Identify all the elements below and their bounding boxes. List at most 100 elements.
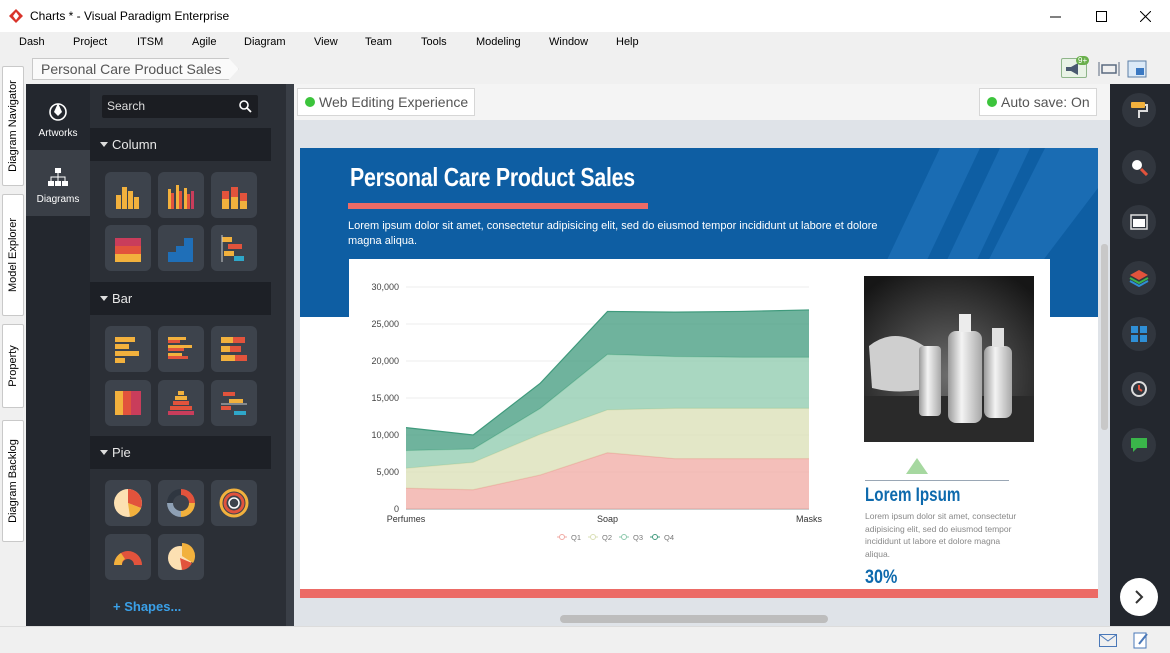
shape-pie-exploded[interactable] (158, 534, 204, 580)
y-tick-label: 15,000 (371, 393, 399, 403)
shape-bar-pyramid[interactable] (158, 380, 204, 426)
canvas-toolbar: Web Editing Experience Auto save: On (294, 84, 1110, 120)
shape-bar-grouped[interactable] (158, 326, 204, 372)
autosave-toggle[interactable]: Auto save: On (979, 88, 1097, 116)
layers-button[interactable] (1122, 261, 1156, 295)
heat-column-icon (115, 238, 141, 262)
menu-window[interactable]: Window (549, 36, 588, 48)
tab-label: Diagram Backlog (7, 439, 19, 523)
web-editing-toggle[interactable]: Web Editing Experience (297, 88, 476, 116)
y-tick-label: 30,000 (371, 282, 399, 292)
area-chart[interactable]: 0 5,000 10,000 15,000 20,000 25,000 30,000 Perf… (349, 269, 849, 559)
title-underline (348, 203, 648, 209)
menu-diagram[interactable]: Diagram (244, 36, 286, 48)
product-photo (864, 276, 1034, 442)
menu-agile[interactable]: Agile (192, 36, 216, 48)
infographic-lead: Lorem ipsum dolor sit amet, consectetur … (348, 220, 878, 247)
status-dot-icon (987, 97, 997, 107)
group-bar-header[interactable]: Bar (90, 282, 271, 315)
diagram-canvas[interactable]: Web Editing Experience Auto save: On Per… (294, 84, 1110, 626)
shape-bar-stacked[interactable] (211, 326, 257, 372)
expand-panel-button[interactable] (1120, 578, 1158, 616)
history-button[interactable] (1122, 372, 1156, 406)
infographic[interactable]: Personal Care Product Sales Lorem ipsum … (300, 148, 1098, 598)
shape-bar-heat[interactable] (105, 380, 151, 426)
y-tick-label: 25,000 (371, 319, 399, 329)
breadcrumb[interactable]: Personal Care Product Sales (32, 58, 239, 80)
diagram-overview-icon[interactable] (1127, 59, 1149, 79)
shape-column-basic[interactable] (105, 172, 151, 218)
edit-document-icon[interactable] (1133, 631, 1149, 649)
diagrams-icon (48, 168, 68, 186)
tab-property[interactable]: Property (2, 324, 24, 408)
exploded-pie-icon (168, 542, 196, 570)
menu-itsm[interactable]: ITSM (137, 36, 163, 48)
maximize-button[interactable] (1078, 0, 1124, 32)
title-bar: Charts * - Visual Paradigm Enterprise (0, 0, 1170, 32)
shape-bar-basic[interactable] (105, 326, 151, 372)
menu-view[interactable]: View (314, 36, 338, 48)
group-column-header[interactable]: Column (90, 128, 271, 161)
shape-pie-basic[interactable] (105, 480, 151, 526)
panels-button[interactable] (1122, 317, 1156, 351)
right-toolbar (1110, 84, 1170, 626)
fit-diagram-icon[interactable] (1098, 61, 1120, 77)
shape-bar-gantt[interactable] (211, 380, 257, 426)
y-tick-label: 0 (394, 504, 399, 514)
format-paint-button[interactable] (1122, 93, 1156, 127)
artworks-icon (49, 103, 67, 121)
magnifier-icon (1132, 160, 1148, 176)
tab-diagram-backlog[interactable]: Diagram Backlog (2, 420, 24, 542)
pie-chart-icon (114, 489, 142, 517)
menu-help[interactable]: Help (616, 36, 639, 48)
chart-card: 0 5,000 10,000 15,000 20,000 25,000 30,000 Perf… (349, 259, 1050, 588)
shapes-link-label: Shapes... (124, 599, 182, 614)
close-button[interactable] (1122, 0, 1168, 32)
info-heading: Lorem Ipsum (865, 485, 961, 506)
minimize-button[interactable] (1032, 0, 1078, 32)
y-tick-label: 20,000 (371, 356, 399, 366)
window-layout-button[interactable] (1122, 205, 1156, 239)
search-input[interactable]: Search (102, 95, 258, 118)
group-pie-header[interactable]: Pie (90, 436, 271, 469)
menu-bar: Dash Project ITSM Agile Diagram View Tea… (0, 32, 1170, 54)
menu-dash[interactable]: Dash (19, 36, 45, 48)
tab-artworks[interactable]: Artworks (26, 84, 90, 150)
menu-team[interactable]: Team (365, 36, 392, 48)
layers-icon (1129, 270, 1149, 287)
tab-model-explorer[interactable]: Model Explorer (2, 194, 24, 316)
shape-pie-donut[interactable] (158, 480, 204, 526)
shape-column-heat[interactable] (105, 225, 151, 271)
shape-column-grouped[interactable] (158, 172, 204, 218)
column-chart-icon (116, 187, 139, 209)
menu-tools[interactable]: Tools (421, 36, 447, 48)
percent-value: 30% (865, 567, 898, 588)
tab-diagrams[interactable]: Diagrams (26, 150, 90, 216)
window-title: Charts * - Visual Paradigm Enterprise (30, 9, 230, 23)
menu-project[interactable]: Project (73, 36, 107, 48)
notification-button[interactable]: 9+ (1061, 56, 1090, 78)
shape-column-gantt[interactable] (211, 225, 257, 271)
shape-column-stacked[interactable] (211, 172, 257, 218)
comments-button[interactable] (1122, 428, 1156, 462)
up-triangle-icon (906, 458, 928, 474)
shape-pie-gauge[interactable] (105, 534, 151, 580)
mail-icon[interactable] (1099, 634, 1117, 647)
shape-column-step[interactable] (158, 225, 204, 271)
panel-splitter[interactable] (286, 84, 294, 626)
shape-pie-ring[interactable] (211, 480, 257, 526)
zoom-button[interactable] (1122, 150, 1156, 184)
menu-modeling[interactable]: Modeling (476, 36, 521, 48)
divider (865, 480, 1009, 481)
tab-diagram-navigator[interactable]: Diagram Navigator (2, 66, 24, 186)
x-tick-label: Perfumes (387, 514, 426, 524)
x-tick-label: Masks (796, 514, 823, 524)
bar-chart-icon (115, 337, 139, 363)
y-tick-label: 10,000 (371, 430, 399, 440)
gantt-column-icon (221, 235, 244, 262)
shapes-link[interactable]: + Shapes... (113, 599, 181, 614)
canvas-horizontal-scrollbar[interactable] (560, 615, 828, 623)
canvas-vertical-scrollbar[interactable] (1101, 244, 1108, 430)
infographic-title: Personal Care Product Sales (350, 162, 635, 192)
close-icon (1139, 10, 1151, 22)
